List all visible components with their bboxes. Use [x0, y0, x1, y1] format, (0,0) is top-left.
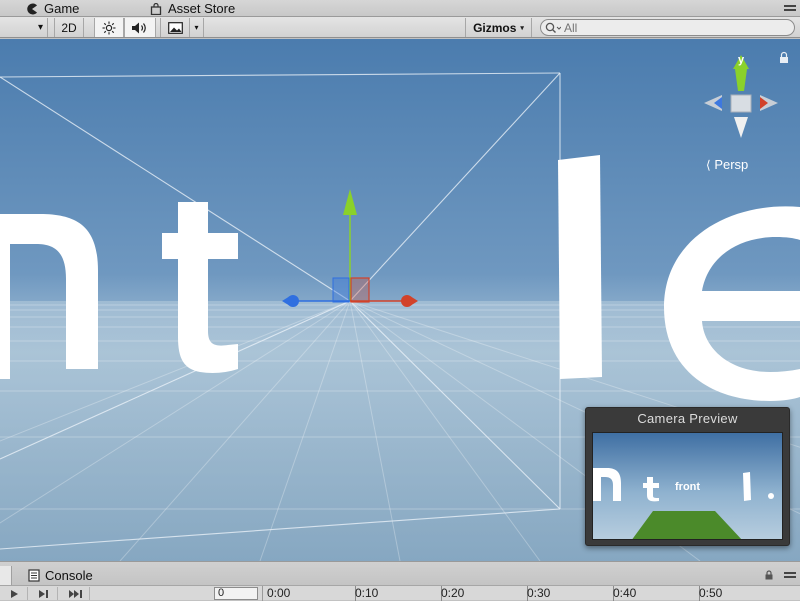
next-frame-button[interactable] — [30, 587, 58, 600]
tick-label: 0:20 — [441, 586, 465, 600]
window-tab-strip: Game Asset Store — [0, 0, 800, 17]
image-icon — [167, 21, 183, 34]
lock-icon[interactable] — [764, 570, 774, 580]
play-icon — [10, 589, 18, 598]
tick-label: 0:40 — [613, 586, 637, 600]
tick-label: 0:50 — [699, 586, 723, 600]
chevron-down-icon: ▾ — [194, 23, 199, 32]
tick-label: 0:00 — [267, 586, 291, 600]
play-button[interactable] — [0, 587, 28, 600]
tick-label: 0:10 — [355, 586, 379, 600]
bottom-tab-controls — [764, 570, 796, 580]
tab-game-label: Game — [44, 1, 80, 16]
draw-mode-caret: ▾ — [37, 22, 43, 33]
scene-effects-dropdown[interactable]: ▾ — [190, 18, 204, 37]
tab-asset-store[interactable]: Asset Store — [150, 0, 235, 17]
bottom-panel-tabs: Console — [0, 561, 800, 586]
tab-asset-store-label: Asset Store — [168, 1, 236, 16]
scene-effects-toggle[interactable] — [160, 18, 190, 37]
console-icon — [28, 569, 40, 582]
mode-2d-label: 2D — [61, 20, 77, 35]
last-frame-button[interactable] — [62, 587, 90, 600]
menu-icon[interactable] — [784, 570, 796, 580]
sun-icon — [102, 21, 116, 34]
tab-console[interactable]: Console — [28, 568, 93, 583]
animation-timeline: 0 0:00 0:10 0:20 0:30 0:40 0:50 — [0, 585, 800, 601]
camera-preview-view: front — [592, 432, 783, 540]
fast-forward-icon — [68, 589, 82, 598]
shopping-bag-icon — [150, 2, 162, 15]
gizmos-label: Gizmos — [473, 20, 517, 35]
tick-label: 0:30 — [527, 586, 551, 600]
camera-preview-text: front — [675, 481, 701, 493]
timeline-ruler[interactable]: 0:00 0:10 0:20 0:30 0:40 0:50 — [262, 586, 800, 601]
scene-search[interactable] — [540, 19, 795, 36]
mode-2d-toggle[interactable]: 2D — [54, 18, 84, 37]
scene-toolbar: ▾ 2D ▾ Gizmos ▾ — [0, 17, 800, 38]
search-input[interactable] — [564, 20, 764, 35]
camera-preview-panel: Camera Preview front — [585, 407, 790, 546]
gizmo-y-label: y — [738, 54, 745, 66]
scene-lighting-toggle[interactable] — [94, 18, 124, 37]
scene-audio-toggle[interactable] — [124, 18, 156, 37]
speaker-icon — [132, 22, 146, 33]
tab-console-label: Console — [45, 568, 93, 583]
step-forward-icon — [38, 589, 48, 598]
perspective-toggle[interactable]: ⟨ Persp — [706, 157, 748, 172]
draw-mode-dropdown[interactable]: ▾ — [0, 18, 48, 37]
frame-number-field[interactable]: 0 — [214, 587, 258, 600]
search-icon — [545, 22, 561, 33]
camera-preview-title: Camera Preview — [637, 411, 738, 426]
bottom-tab-edge[interactable] — [0, 566, 12, 586]
gizmos-dropdown[interactable]: Gizmos ▾ — [465, 18, 532, 37]
chevron-left-icon: ⟨ — [706, 158, 711, 172]
gizmos-caret: ▾ — [520, 24, 524, 32]
pane-options-menu-icon[interactable] — [784, 2, 796, 12]
scene-viewport[interactable]: y ⟨ Persp Camera Preview front — [0, 39, 800, 561]
persp-label: Persp — [714, 157, 749, 172]
pacman-icon — [27, 3, 37, 15]
tab-game[interactable]: Game — [26, 0, 79, 17]
